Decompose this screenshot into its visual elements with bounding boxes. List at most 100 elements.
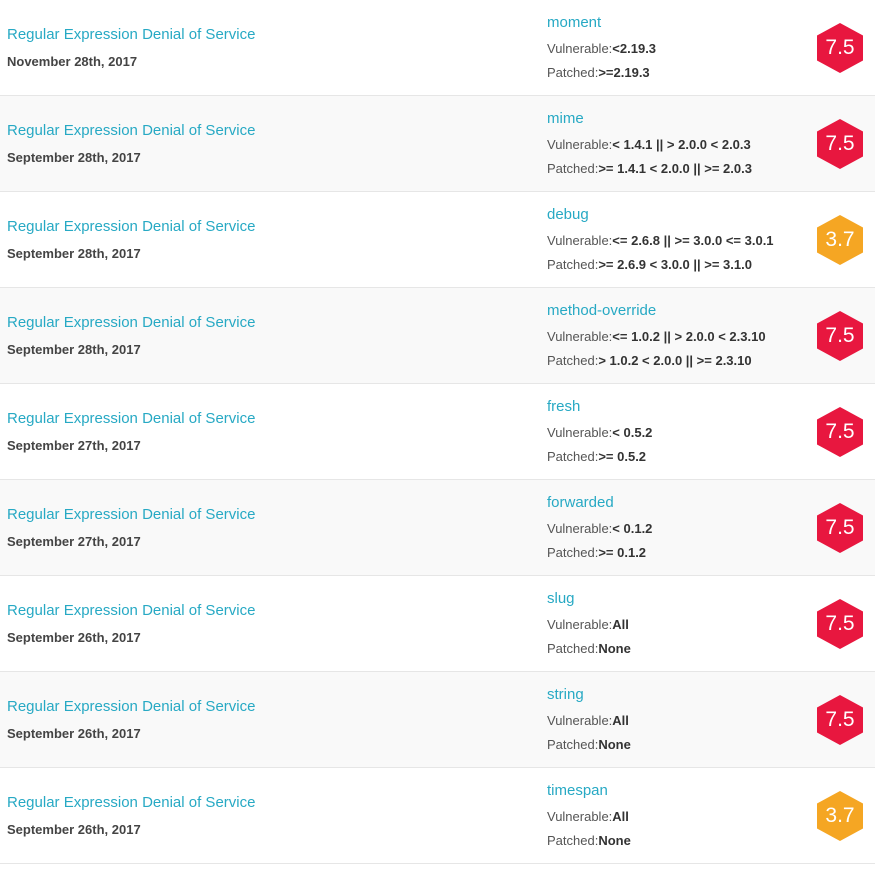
vulnerable-versions: Vulnerable:<2.19.3 [547, 41, 656, 56]
disclosure-date: September 28th, 2017 [7, 246, 141, 261]
severity-score-badge: 7.5 [815, 22, 865, 74]
vulnerability-title-link[interactable]: Regular Expression Denial of Service [7, 122, 255, 139]
vulnerable-label: Vulnerable: [547, 425, 613, 440]
patched-versions: Patched:None [547, 737, 631, 752]
severity-score: 7.5 [825, 612, 855, 635]
vulnerable-label: Vulnerable: [547, 521, 613, 536]
package-name-link[interactable]: fresh [547, 398, 580, 415]
patched-versions: Patched:>=2.19.3 [547, 65, 650, 80]
severity-score: 3.7 [825, 228, 855, 251]
package-name-link[interactable]: string [547, 686, 584, 703]
package-name-link[interactable]: mime [547, 110, 584, 127]
patched-versions: Patched:>= 2.6.9 < 3.0.0 || >= 3.1.0 [547, 257, 752, 272]
patched-label: Patched: [547, 353, 599, 368]
vulnerability-row: Regular Expression Denial of Service Sep… [0, 96, 875, 192]
vulnerable-label: Vulnerable: [547, 233, 613, 248]
vulnerable-versions: Vulnerable:All [547, 617, 629, 632]
patched-label: Patched: [547, 833, 599, 848]
vulnerability-title-link[interactable]: Regular Expression Denial of Service [7, 602, 255, 619]
vulnerable-versions: Vulnerable:< 0.1.2 [547, 521, 652, 536]
vulnerability-title-link[interactable]: Regular Expression Denial of Service [7, 26, 255, 43]
vulnerability-title-link[interactable]: Regular Expression Denial of Service [7, 314, 255, 331]
patched-label: Patched: [547, 737, 599, 752]
disclosure-date: September 26th, 2017 [7, 630, 141, 645]
vulnerability-row: Regular Expression Denial of Service Sep… [0, 576, 875, 672]
disclosure-date: September 27th, 2017 [7, 534, 141, 549]
vulnerable-range: All [612, 809, 629, 824]
package-name-link[interactable]: method-override [547, 302, 656, 319]
vulnerable-versions: Vulnerable:<= 2.6.8 || >= 3.0.0 <= 3.0.1 [547, 233, 774, 248]
vulnerable-versions: Vulnerable:<= 1.0.2 || > 2.0.0 < 2.3.10 [547, 329, 766, 344]
severity-score-badge: 7.5 [815, 598, 865, 650]
patched-range: >=2.19.3 [598, 65, 650, 80]
vulnerability-row: Regular Expression Denial of Service Sep… [0, 480, 875, 576]
disclosure-date: September 26th, 2017 [7, 822, 141, 837]
patched-versions: Patched:None [547, 641, 631, 656]
severity-score: 7.5 [825, 708, 855, 731]
patched-range: None [598, 737, 631, 752]
vulnerability-title-link[interactable]: Regular Expression Denial of Service [7, 698, 255, 715]
patched-versions: Patched:>= 0.1.2 [547, 545, 646, 560]
severity-score-badge: 3.7 [815, 214, 865, 266]
patched-versions: Patched:>= 0.5.2 [547, 449, 646, 464]
vulnerable-versions: Vulnerable:< 0.5.2 [547, 425, 652, 440]
patched-label: Patched: [547, 65, 599, 80]
patched-range: >= 1.4.1 < 2.0.0 || >= 2.0.3 [598, 161, 752, 176]
vulnerable-label: Vulnerable: [547, 617, 613, 632]
severity-score: 7.5 [825, 36, 855, 59]
patched-label: Patched: [547, 161, 599, 176]
patched-range: None [598, 833, 631, 848]
vulnerability-row: Regular Expression Denial of Service Sep… [0, 384, 875, 480]
severity-score: 3.7 [825, 804, 855, 827]
patched-range: None [598, 641, 631, 656]
patched-versions: Patched:> 1.0.2 < 2.0.0 || >= 2.3.10 [547, 353, 752, 368]
severity-score-badge: 7.5 [815, 118, 865, 170]
vulnerable-range: All [612, 617, 629, 632]
vulnerability-list: Regular Expression Denial of Service Nov… [0, 0, 875, 864]
severity-score-badge: 7.5 [815, 502, 865, 554]
severity-score: 7.5 [825, 324, 855, 347]
severity-score-badge: 7.5 [815, 406, 865, 458]
patched-versions: Patched:>= 1.4.1 < 2.0.0 || >= 2.0.3 [547, 161, 752, 176]
patched-range: >= 2.6.9 < 3.0.0 || >= 3.1.0 [598, 257, 752, 272]
vulnerable-range: All [612, 713, 629, 728]
severity-score: 7.5 [825, 516, 855, 539]
patched-range: >= 0.1.2 [598, 545, 647, 560]
vulnerable-versions: Vulnerable:All [547, 713, 629, 728]
vulnerable-range: <= 2.6.8 || >= 3.0.0 <= 3.0.1 [612, 233, 774, 248]
severity-score-badge: 7.5 [815, 694, 865, 746]
patched-range: > 1.0.2 < 2.0.0 || >= 2.3.10 [598, 353, 752, 368]
disclosure-date: September 27th, 2017 [7, 438, 141, 453]
disclosure-date: September 28th, 2017 [7, 150, 141, 165]
package-name-link[interactable]: debug [547, 206, 589, 223]
patched-range: >= 0.5.2 [598, 449, 647, 464]
vulnerable-label: Vulnerable: [547, 329, 613, 344]
vulnerable-range: <= 1.0.2 || > 2.0.0 < 2.3.10 [612, 329, 766, 344]
patched-label: Patched: [547, 449, 599, 464]
severity-score: 7.5 [825, 420, 855, 443]
package-name-link[interactable]: timespan [547, 782, 608, 799]
vulnerable-versions: Vulnerable:< 1.4.1 || > 2.0.0 < 2.0.3 [547, 137, 751, 152]
vulnerable-range: < 0.1.2 [612, 521, 653, 536]
package-name-link[interactable]: moment [547, 14, 601, 31]
vulnerability-title-link[interactable]: Regular Expression Denial of Service [7, 506, 255, 523]
vulnerable-label: Vulnerable: [547, 137, 613, 152]
package-name-link[interactable]: slug [547, 590, 575, 607]
severity-score-badge: 3.7 [815, 790, 865, 842]
vulnerable-label: Vulnerable: [547, 713, 613, 728]
vulnerability-title-link[interactable]: Regular Expression Denial of Service [7, 794, 255, 811]
patched-label: Patched: [547, 641, 599, 656]
vulnerable-range: < 1.4.1 || > 2.0.0 < 2.0.3 [612, 137, 751, 152]
package-name-link[interactable]: forwarded [547, 494, 614, 511]
vulnerability-title-link[interactable]: Regular Expression Denial of Service [7, 218, 255, 235]
patched-label: Patched: [547, 545, 599, 560]
vulnerability-title-link[interactable]: Regular Expression Denial of Service [7, 410, 255, 427]
patched-versions: Patched:None [547, 833, 631, 848]
vulnerability-row: Regular Expression Denial of Service Sep… [0, 672, 875, 768]
disclosure-date: September 26th, 2017 [7, 726, 141, 741]
vulnerable-range: < 0.5.2 [612, 425, 653, 440]
vulnerable-label: Vulnerable: [547, 41, 613, 56]
vulnerable-range: <2.19.3 [612, 41, 657, 56]
severity-score-badge: 7.5 [815, 310, 865, 362]
vulnerability-row: Regular Expression Denial of Service Sep… [0, 288, 875, 384]
